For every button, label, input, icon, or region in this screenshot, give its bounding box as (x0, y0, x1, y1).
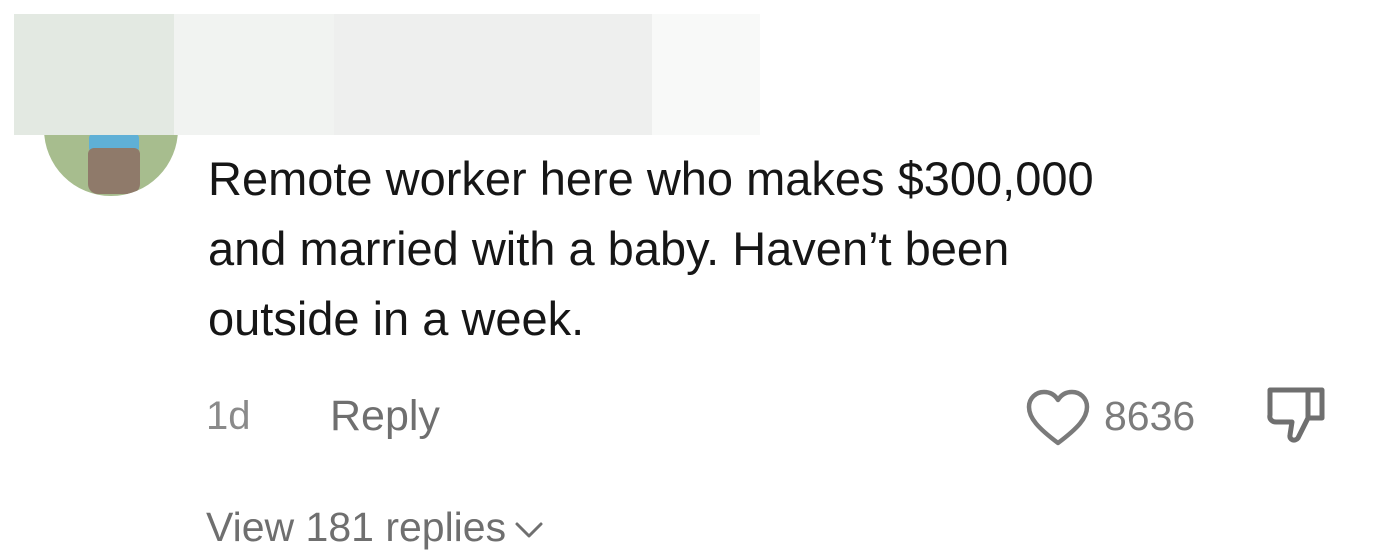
comment-line: and married with a baby. Haven’t been (208, 222, 1010, 275)
avatar-face (88, 148, 140, 194)
thumbs-down-icon[interactable] (1264, 382, 1330, 446)
redacted-username-block (334, 14, 652, 135)
redacted-username-block (652, 14, 760, 135)
view-replies-label: View 181 replies (206, 504, 507, 550)
view-replies-button[interactable]: View 181 replies (206, 500, 544, 554)
like-count: 8636 (1104, 393, 1196, 439)
chevron-down-icon (515, 522, 543, 538)
comment-timestamp: 1d (206, 394, 251, 438)
comment-body: Remote worker here who makes $300,000 and… (208, 144, 1328, 354)
heart-outline-icon[interactable] (1024, 388, 1092, 448)
comment-line: Remote worker here who makes $300,000 (208, 152, 1094, 205)
redacted-username-block (14, 14, 174, 135)
comment-line: outside in a week. (208, 292, 585, 345)
reply-button[interactable]: Reply (330, 388, 440, 444)
redacted-username-block (174, 14, 334, 135)
comment-card: Remote worker here who makes $300,000 and… (0, 0, 1385, 554)
